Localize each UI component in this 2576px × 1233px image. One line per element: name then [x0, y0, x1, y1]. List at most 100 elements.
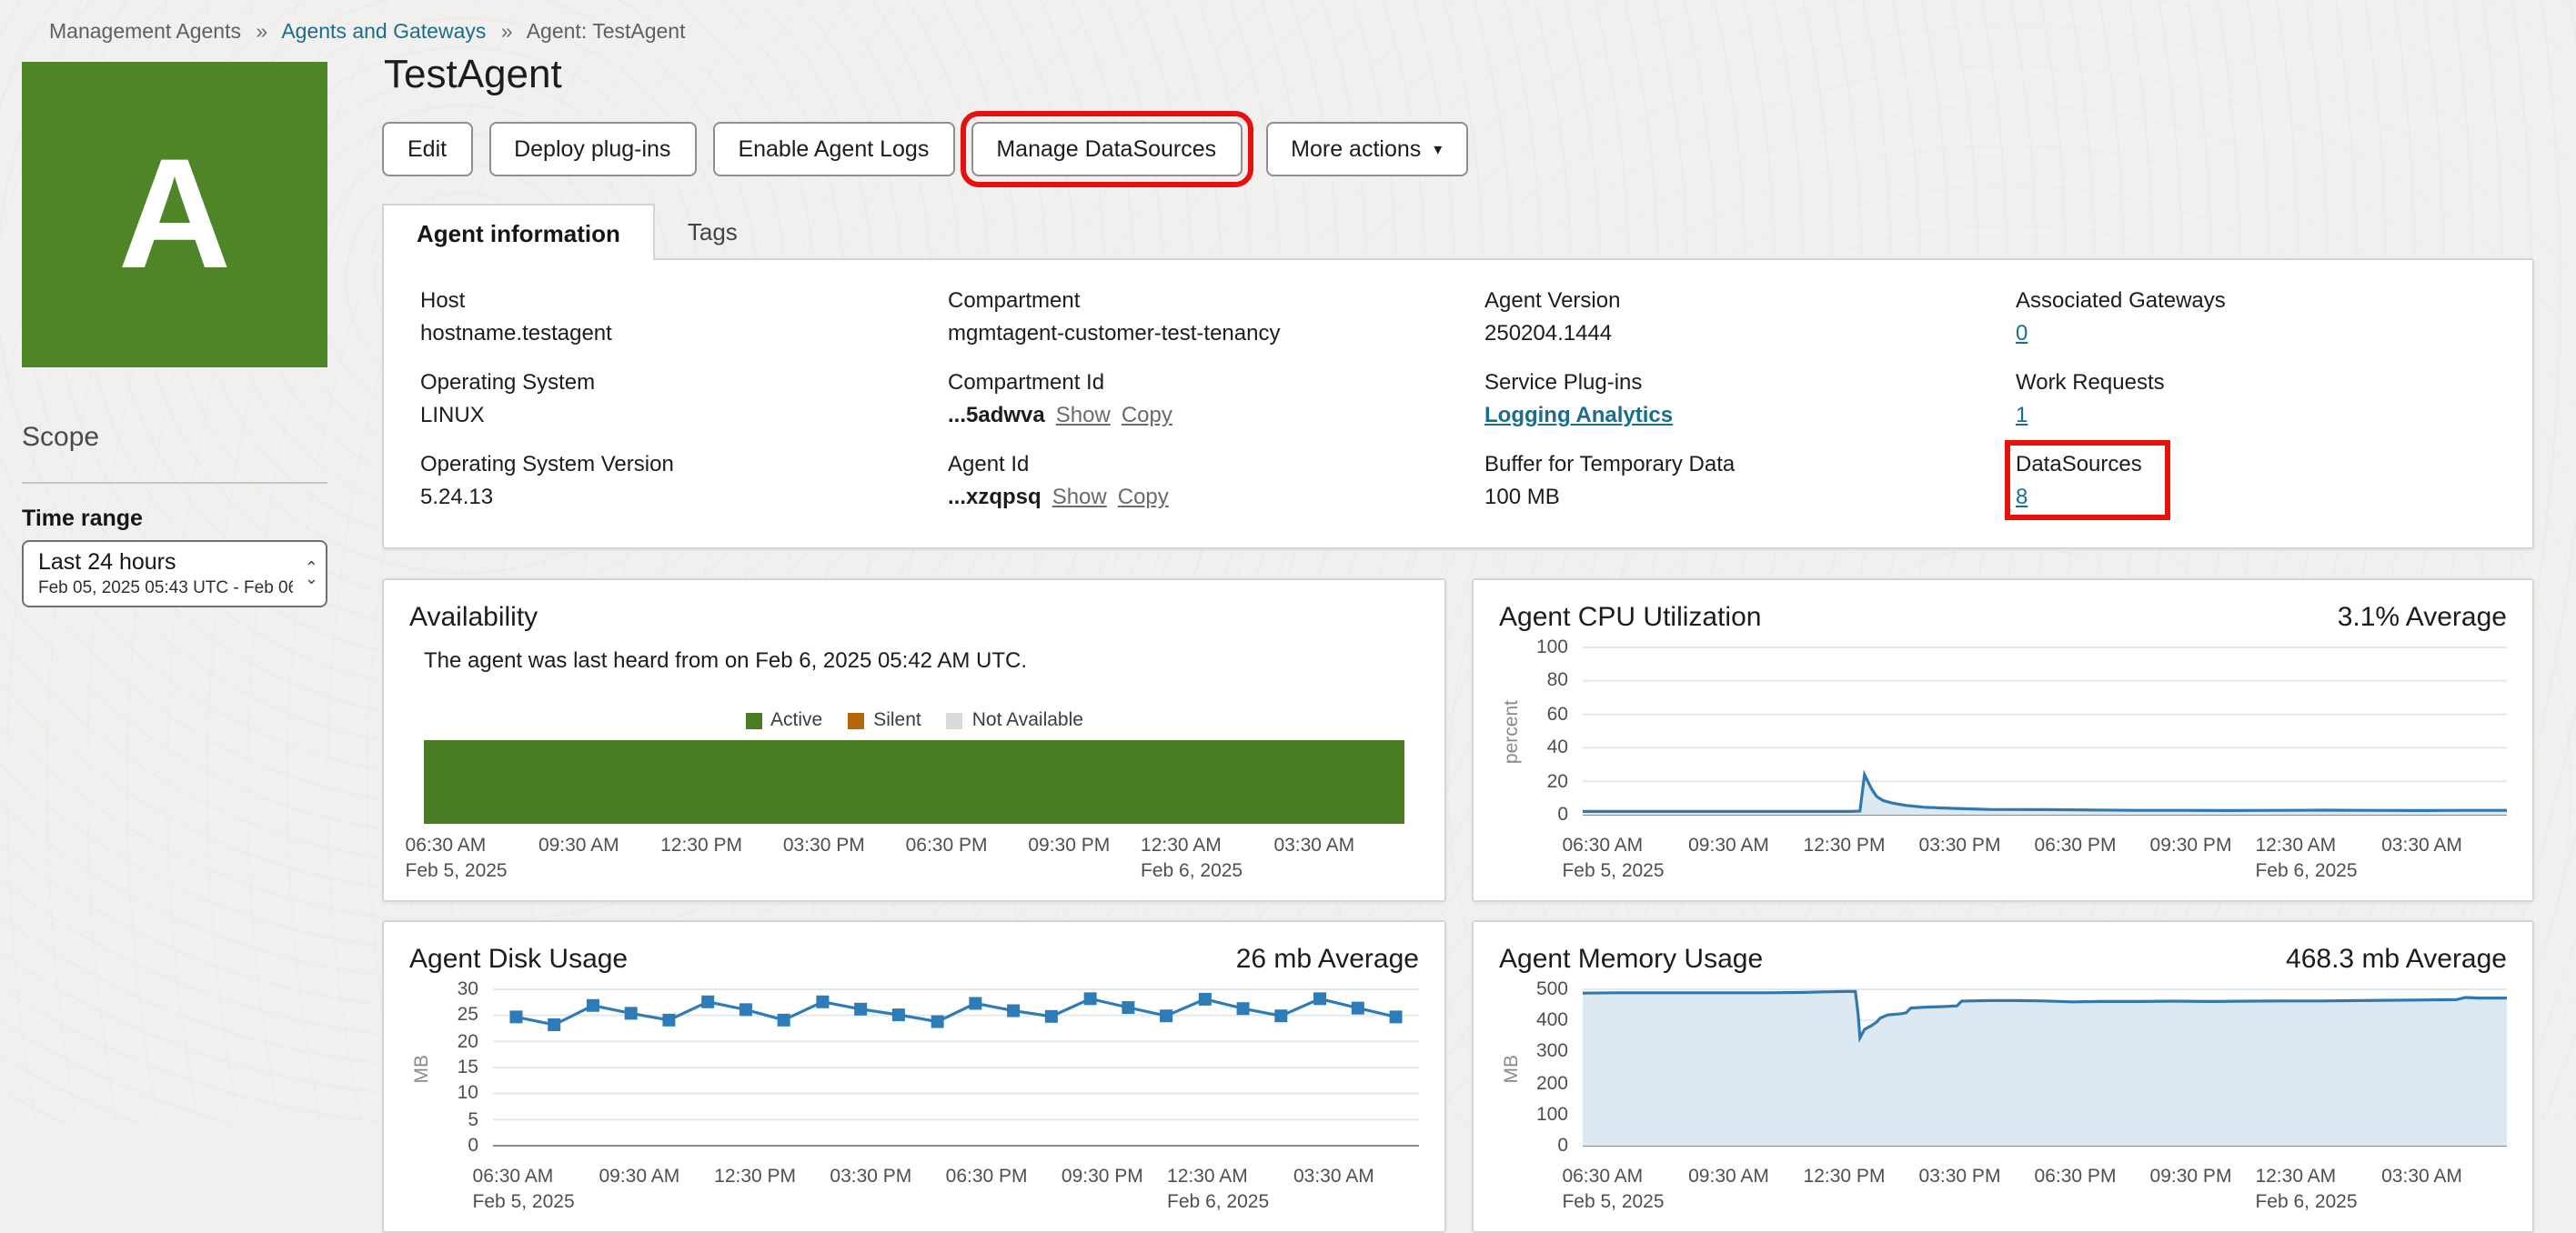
disk-average-value: 26 mb Average	[1235, 944, 1419, 975]
y-tick-label: 0	[468, 1135, 478, 1157]
x-tick-label: 06:30 AM Feb 5, 2025	[472, 1166, 575, 1214]
x-tick-label: 12:30 PM	[1803, 1166, 1886, 1188]
availability-segment-active	[424, 740, 1404, 824]
associated-gateways-link[interactable]: 0	[2016, 320, 2028, 346]
x-tick-label: 06:30 PM	[945, 1166, 1028, 1188]
x-tick-label: 09:30 AM	[1688, 1166, 1769, 1188]
y-tick-label: 100	[1535, 637, 1568, 658]
tab-tags[interactable]: Tags	[655, 204, 770, 258]
memory-usage-card: Agent Memory Usage 468.3 mb Average MB 0…	[1472, 920, 2534, 1233]
cpu-x-axis: 06:30 AM Feb 5, 2025 09:30 AM 12:30 PM 03:30…	[1562, 824, 2507, 882]
field-service-plugins: Service Plug-ins Logging Analytics	[1484, 369, 1674, 427]
agent-avatar: A	[22, 62, 327, 367]
legend-swatch-icon	[946, 712, 963, 728]
legend-label: Silent	[873, 709, 921, 731]
time-range-label: Time range	[22, 506, 143, 531]
disk-chart: MB 0 5 10 15 20 25 30 06:30 AM Feb 5, 2025 09:30…	[409, 978, 1419, 1213]
scope-title: Scope	[22, 422, 100, 453]
charts-grid: Availability The agent was last heard fr…	[382, 578, 2534, 1233]
memory-x-axis: 06:30 AM Feb 5, 2025 09:30 AM 12:30 PM 03:30…	[1562, 1155, 2507, 1213]
time-range-value: Last 24 hours	[38, 549, 176, 575]
toolbar: Edit Deploy plug-ins Enable Agent Logs M…	[382, 111, 2534, 187]
y-tick-label: 500	[1535, 978, 1568, 1000]
memory-plot-area	[1583, 982, 2507, 1155]
y-tick-label: 25	[457, 1004, 478, 1027]
field-compartment-id: Compartment Id ...5adwva Show Copy	[948, 369, 1172, 427]
memory-y-ticks: 0 100 200 300 400 500	[1524, 978, 1583, 1157]
avatar-letter: A	[117, 126, 232, 301]
datasources-link[interactable]: 8	[2016, 484, 2028, 509]
x-tick-label: 09:30 AM	[1688, 835, 1769, 857]
legend-item-silent: Silent	[848, 709, 921, 731]
y-tick-label: 400	[1535, 1009, 1568, 1032]
x-tick-label: 03:30 AM	[1293, 1166, 1374, 1188]
availability-bar	[424, 740, 1404, 824]
caret-down-icon: ▾	[1434, 140, 1443, 158]
breadcrumb-separator: »	[500, 22, 513, 44]
y-tick-label: 200	[1535, 1072, 1568, 1095]
y-tick-label: 20	[1546, 770, 1568, 793]
sidebar: A Scope Time range Last 24 hours Feb 05,…	[22, 62, 327, 607]
deploy-plugins-button[interactable]: Deploy plug-ins	[488, 122, 697, 176]
legend-label: Active	[770, 709, 823, 731]
select-spinner-icon[interactable]: ⌃ ⌄	[305, 560, 318, 587]
x-tick-label: 06:30 PM	[2034, 1166, 2117, 1188]
cpu-plot-area	[1583, 640, 2507, 824]
disk-y-axis-label: MB	[411, 1054, 433, 1083]
legend-item-active: Active	[745, 709, 822, 731]
availability-note: The agent was last heard from on Feb 6, …	[424, 647, 1028, 673]
chart-title-memory: Agent Memory Usage	[1499, 944, 1764, 975]
logging-analytics-link[interactable]: Logging Analytics	[1484, 402, 1673, 427]
availability-legend: Active Silent Not Available	[424, 709, 1404, 731]
legend-item-not-available: Not Available	[946, 709, 1083, 731]
work-requests-link[interactable]: 1	[2016, 402, 2028, 427]
y-tick-label: 40	[1546, 737, 1568, 759]
x-tick-label: 03:30 AM	[2381, 1166, 2462, 1188]
breadcrumb-item-agents-and-gateways[interactable]: Agents and Gateways	[281, 22, 486, 44]
disk-plot-area	[493, 982, 1419, 1155]
edit-button[interactable]: Edit	[382, 122, 473, 176]
info-column-4: Associated Gateways 0 Work Requests 1 Da…	[2004, 287, 2496, 533]
field-agent-version: Agent Version 250204.1444	[1484, 287, 1621, 346]
page: Management Agents » Agents and Gateways …	[0, 0, 2576, 1233]
breadcrumb-item-management-agents[interactable]: Management Agents	[49, 22, 241, 44]
x-tick-label: 09:30 PM	[1028, 835, 1111, 857]
show-link[interactable]: Show	[1056, 402, 1111, 427]
x-tick-label: 06:30 AM Feb 5, 2025	[1562, 835, 1665, 883]
show-link[interactable]: Show	[1052, 484, 1107, 509]
enable-agent-logs-button[interactable]: Enable Agent Logs	[712, 122, 955, 176]
manage-datasources-button[interactable]: Manage DataSources	[960, 111, 1253, 187]
x-tick-label: 03:30 AM	[2381, 835, 2462, 857]
time-range-select[interactable]: Last 24 hours Feb 05, 2025 05:43 UTC - F…	[22, 540, 327, 607]
x-tick-label: 12:30 AM Feb 6, 2025	[1167, 1166, 1270, 1214]
x-tick-label: 09:30 PM	[2149, 835, 2232, 857]
y-tick-label: 80	[1546, 669, 1568, 692]
y-tick-label: 100	[1535, 1103, 1568, 1126]
field-compartment: Compartment mgmtagent-customer-test-tena…	[948, 287, 1281, 346]
cpu-utilization-card: Agent CPU Utilization 3.1% Average perce…	[1472, 578, 2534, 902]
field-operating-system: Operating System LINUX	[420, 369, 596, 427]
x-tick-label: 03:30 AM	[1273, 835, 1355, 857]
breadcrumb-separator: »	[256, 22, 268, 44]
chart-title-disk: Agent Disk Usage	[409, 944, 629, 975]
availability-x-axis: 06:30 AM Feb 5, 2025 09:30 AM 12:30 PM 03:30…	[406, 824, 1404, 882]
main-content: TestAgent Edit Deploy plug-ins Enable Ag…	[382, 51, 2534, 1233]
copy-link[interactable]: Copy	[1118, 484, 1169, 509]
x-tick-label: 03:30 PM	[830, 1166, 912, 1188]
chart-title-cpu: Agent CPU Utilization	[1499, 602, 1762, 633]
cpu-average-value: 3.1% Average	[2337, 602, 2507, 633]
x-tick-label: 06:30 AM Feb 5, 2025	[405, 835, 508, 883]
y-tick-label: 15	[457, 1057, 478, 1078]
copy-link[interactable]: Copy	[1122, 402, 1172, 427]
field-buffer-temporary-data: Buffer for Temporary Data 100 MB	[1484, 451, 1736, 509]
legend-swatch-icon	[745, 712, 762, 728]
y-tick-label: 300	[1535, 1040, 1568, 1063]
tab-agent-information[interactable]: Agent information	[382, 204, 655, 260]
disk-usage-card: Agent Disk Usage 26 mb Average MB 0 5 10 15…	[382, 920, 1446, 1233]
cpu-chart: percent 0 20 40 60 80 100 06:30 AM Feb 5, 2025…	[1499, 637, 2507, 882]
page-title: TestAgent	[384, 51, 562, 96]
more-actions-button[interactable]: More actions ▾	[1265, 122, 1468, 176]
x-tick-label: 09:30 PM	[2149, 1166, 2232, 1188]
cpu-y-axis-label: percent	[1501, 699, 1523, 765]
x-tick-label: 12:30 PM	[714, 1166, 797, 1188]
